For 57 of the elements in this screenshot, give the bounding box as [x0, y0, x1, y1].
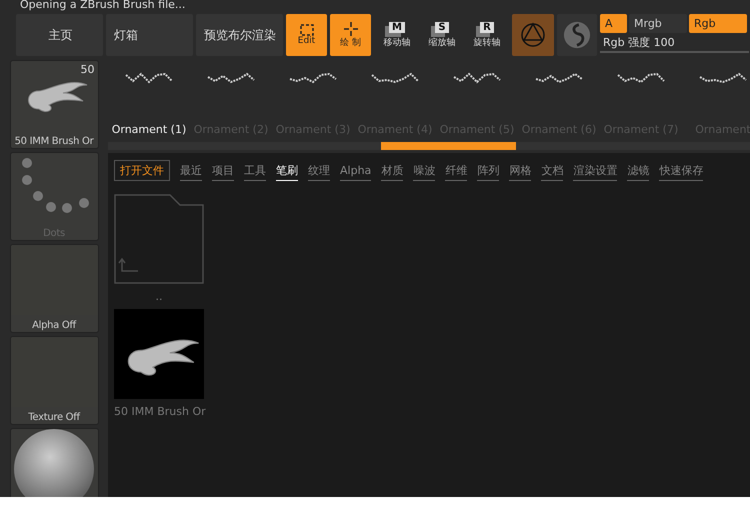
file-tab[interactable]: 噪波 [413, 160, 436, 181]
ornament-thumbnail-icon [617, 72, 665, 84]
ornament-thumbnail-icon [371, 72, 419, 84]
brush-item[interactable]: Ornament (1) [108, 58, 190, 142]
file-label: .. [154, 290, 164, 303]
ornament-thumbnail-icon [699, 72, 747, 84]
sphere-button[interactable] [557, 14, 597, 56]
file-tab[interactable]: 项目 [212, 160, 234, 181]
brush-thumbnail[interactable] [114, 309, 204, 399]
sphere-icon [14, 429, 94, 497]
material-tile[interactable] [10, 428, 98, 497]
material-button[interactable] [512, 14, 554, 56]
rgb-intensity-slider[interactable]: Rgb 强度 100 [600, 35, 749, 53]
file-tab[interactable]: 纹理 [308, 160, 330, 181]
scroll-track[interactable] [108, 142, 750, 150]
tile-label: Alpha Off [32, 320, 76, 332]
color-mode-button[interactable]: Mrgb [629, 14, 687, 33]
axis-button[interactable]: R 旋转轴 [468, 14, 506, 56]
dashed-square-icon [300, 24, 314, 36]
ornament-thumbnail-icon [289, 72, 337, 84]
menu-button[interactable]: 灯箱 [106, 14, 193, 56]
file-tab[interactable]: 滤镜 [627, 160, 650, 181]
draw-button[interactable]: 绘 制 [330, 14, 371, 56]
brush-name: 50 IMM Brush Or [14, 136, 94, 148]
menu-button[interactable]: 预览布尔渲染 [196, 14, 283, 56]
ornament-thumbnail-icon [207, 72, 255, 84]
brush-count: 50 [80, 63, 94, 76]
tile[interactable]: Texture Off [10, 336, 98, 425]
file-tab[interactable]: 快速保存 [659, 160, 704, 181]
file-tab[interactable]: Alpha [340, 160, 372, 181]
file-tab[interactable]: 纤维 [445, 160, 468, 181]
axis-button[interactable]: M 移动轴 [378, 14, 416, 56]
file-tab[interactable]: 打开文件 [114, 160, 170, 181]
file-tab[interactable]: 笔刷 [276, 160, 298, 181]
tile[interactable]: Alpha Off [10, 244, 98, 333]
ornament-thumbnail-icon [125, 72, 173, 84]
color-mode-button[interactable]: Rgb [689, 14, 747, 33]
file-tab[interactable]: 工具 [244, 160, 266, 181]
axis-button[interactable]: S 缩放轴 [423, 14, 461, 56]
window-title: Opening a ZBrush Brush file... [19, 0, 186, 10]
color-mode-button[interactable]: A [600, 14, 627, 33]
tile-label: Texture Off [28, 412, 80, 424]
file-label: 50 IMM Brush Or [114, 405, 204, 418]
sphere-icon [563, 20, 591, 50]
file-tab[interactable]: 渲染设置 [573, 160, 618, 181]
current-brush-tile[interactable]: 50 50 IMM Brush Or [10, 60, 98, 149]
file-tab[interactable]: 网格 [509, 160, 532, 181]
file-tab[interactable]: 文档 [541, 160, 564, 181]
edit-button[interactable]: Edit [286, 14, 327, 56]
file-tab[interactable]: 阵列 [477, 160, 500, 181]
ornament-thumbnail-icon [453, 72, 501, 84]
menu-button[interactable]: 主页 [16, 14, 103, 56]
ornament-thumbnail-icon [535, 72, 583, 84]
triangle-circle-icon [520, 22, 546, 48]
file-tab[interactable]: 材质 [381, 160, 404, 181]
crosshair-icon [344, 22, 358, 36]
file-tab[interactable]: 最近 [180, 160, 202, 181]
